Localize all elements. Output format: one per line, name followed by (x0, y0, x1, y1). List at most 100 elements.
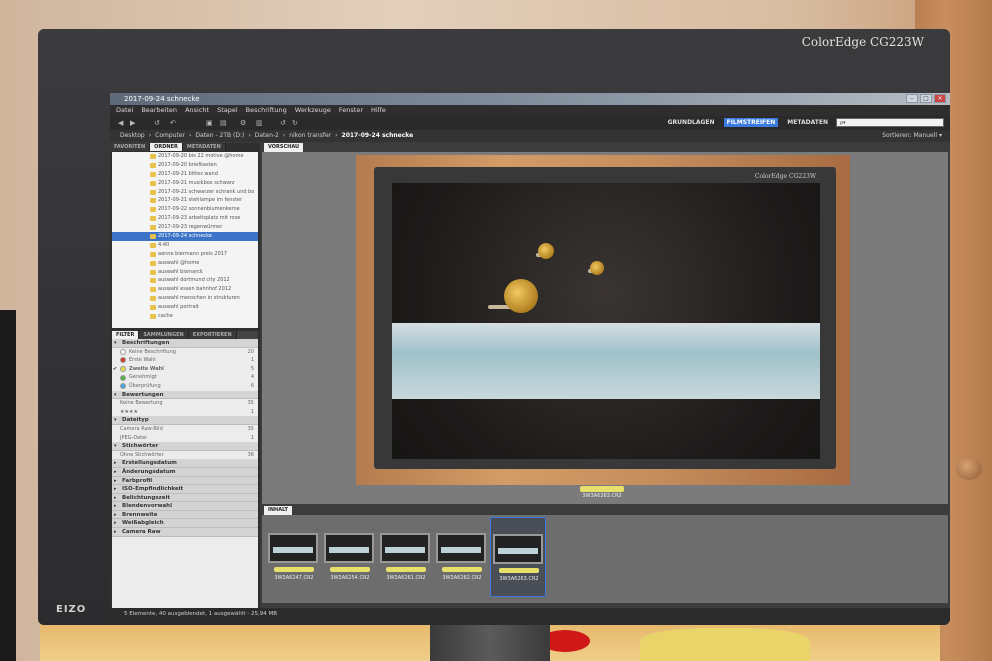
thumbnail[interactable]: 3W3A6261.CR2 (378, 517, 434, 597)
filter-row[interactable]: ✔ Zweite Wahl 5 (112, 365, 258, 374)
tab-content[interactable]: INHALT (264, 506, 292, 515)
folder-item[interactable]: aenne biermann preis 2017 (112, 250, 258, 259)
filter-section-header[interactable]: Brennweite (112, 510, 258, 520)
filter-row[interactable]: JPEG-Datei 1 (112, 434, 258, 443)
filter-tab[interactable]: SAMMLUNGEN (139, 331, 189, 339)
copy-icon[interactable]: ▤ (220, 119, 228, 127)
boomerang-icon[interactable]: ↶ (170, 119, 178, 127)
left-tab[interactable]: ORDNER (150, 143, 183, 151)
monitor-brand: ColorEdge CG223W (801, 35, 924, 49)
maximize-button[interactable]: □ (920, 94, 932, 103)
filter-list: BeschriftungenKeine Beschriftung20Erste … (112, 339, 258, 537)
menu-item[interactable]: Beschriftung (246, 105, 287, 116)
folder-item[interactable]: 2017-09-21 bittes wand (112, 170, 258, 179)
folder-item[interactable]: 4:40 (112, 241, 258, 250)
folder-item[interactable]: 2017-09-24 schnecke (112, 232, 258, 241)
snail-small (538, 243, 554, 259)
preview-photo: ColorEdge CG223W (356, 155, 850, 485)
left-tab[interactable]: METADATEN (182, 143, 226, 151)
filter-row[interactable]: Keine Bewertung 35 (112, 399, 258, 408)
menu-item[interactable]: Bearbeiten (141, 105, 177, 116)
thumbnail[interactable]: 3W3A6262.CR2 (434, 517, 490, 597)
status-bar: 5 Elemente, 40 ausgeblendet, 1 ausgewähl… (110, 608, 950, 621)
breadcrumb-item[interactable]: Daten - 2TB (D:) (195, 130, 244, 142)
filter-section-header[interactable]: Beschriftungen (112, 339, 258, 348)
folder-item[interactable]: auswahl menschen in strukturen (112, 294, 258, 303)
menu-item[interactable]: Ansicht (185, 105, 209, 116)
filter-label: JPEG-Datei (120, 434, 147, 441)
folder-item[interactable]: auswahl essen bahnhof 2012 (112, 285, 258, 294)
folder-item[interactable]: auswahl portrait (112, 303, 258, 312)
tab-preview[interactable]: VORSCHAU (264, 143, 304, 152)
folder-item[interactable]: 2017-09-21 schwarzer schrank und bo (112, 188, 258, 197)
breadcrumb-item[interactable]: Computer (155, 130, 185, 142)
filter-row[interactable]: Genehmigt 4 (112, 373, 258, 382)
folder-item[interactable]: auswahl @home (112, 259, 258, 268)
breadcrumb-item[interactable]: 2017-09-24 schnecke (342, 130, 414, 142)
search-input[interactable]: ρ▾ (836, 118, 944, 127)
thumbnail[interactable]: 3W3A6254.CR2 (322, 517, 378, 597)
menu-item[interactable]: Stapel (217, 105, 238, 116)
folder-item[interactable]: 2017-09-20 bis 22 motive @home (112, 152, 258, 161)
rotate-right-icon[interactable]: ↻ (292, 119, 300, 127)
filter-section-header[interactable]: Erstellungsdatum (112, 459, 258, 468)
filter-row[interactable]: Ohne Stichwörter 36 (112, 451, 258, 460)
folder-tree: 2017-09-20 bis 22 motive @home 2017-09-20… (112, 152, 258, 328)
folder-item[interactable]: auswahl dortmund city 2012 (112, 276, 258, 285)
back-icon[interactable]: ◀ (118, 119, 126, 127)
filter-section-header[interactable]: Bewertungen (112, 390, 258, 400)
sort-dropdown[interactable]: Sortieren: Manuell ▾ (882, 130, 942, 142)
filter-section-header[interactable]: Weißabgleich (112, 519, 258, 529)
folder-item[interactable]: 2017-09-23 regenwürmer (112, 223, 258, 232)
forward-icon[interactable]: ▶ (130, 119, 138, 127)
menu-item[interactable]: Fenster (339, 105, 363, 116)
rotate-left-icon[interactable]: ↺ (280, 119, 288, 127)
color-label (580, 486, 624, 492)
menu-item[interactable]: Datei (116, 105, 133, 116)
filter-section-header[interactable]: Blendenvorwahl (112, 502, 258, 511)
workspace-tab[interactable]: FILMSTREIFEN (723, 118, 779, 127)
filter-section-header[interactable]: Änderungsdatum (112, 467, 258, 477)
folder-item[interactable]: cache (112, 312, 258, 321)
toolbar: ◀ ▶ ↺ ↶ ▣ ▤ ⚙ ▥ ↺ ↻ GRUNDLAGEN FILMSTREIF… (110, 116, 950, 130)
folder-item[interactable]: 2017-09-23 arbeitsplatz mit rose (112, 214, 258, 223)
filter-panel: FILTERSAMMLUNGENEXPORTIEREN Beschriftung… (112, 331, 258, 613)
filter-row[interactable]: Erste Wahl 1 (112, 356, 258, 365)
breadcrumb-item[interactable]: Desktop (120, 130, 145, 142)
filter-section-header[interactable]: Dateityp (112, 416, 258, 425)
color-label (386, 567, 426, 572)
thumbnail[interactable]: 3W3A6247.CR2 (266, 517, 322, 597)
thumbnail[interactable]: 3W3A6263.CR2 (490, 517, 546, 597)
camera-icon[interactable]: ▣ (206, 119, 214, 127)
menu-item[interactable]: Werkzeuge (295, 105, 331, 116)
workspace-tab[interactable]: METADATEN (784, 118, 831, 127)
filter-count: 1 (250, 408, 254, 415)
filter-row[interactable]: Keine Beschriftung 20 (112, 348, 258, 357)
left-tab[interactable]: FAVORITEN (110, 143, 151, 151)
folder-item[interactable]: 2017-09-22 sonnenblumenkerne (112, 205, 258, 214)
breadcrumb-item[interactable]: nikon transfer (289, 130, 331, 142)
filter-tab[interactable]: FILTER (112, 331, 140, 339)
filter-section-header[interactable]: Camera Raw (112, 528, 258, 537)
filter-section-header[interactable]: ISO-Empfindlichkeit (112, 485, 258, 494)
filter-row[interactable]: Camera Raw-Bild 35 (112, 425, 258, 434)
workspace-tab[interactable]: GRUNDLAGEN (665, 118, 718, 127)
folder-item[interactable]: 2017-09-21 musikbox schwarz (112, 179, 258, 188)
folder-item[interactable]: 2017-09-21 stehlampe im fenster (112, 196, 258, 205)
minimize-button[interactable]: – (906, 94, 918, 103)
close-button[interactable]: × (934, 94, 946, 103)
filter-section-header[interactable]: Stichwörter (112, 442, 258, 451)
open-icon[interactable]: ▥ (256, 119, 264, 127)
filter-row[interactable]: Überprüfung 6 (112, 382, 258, 391)
breadcrumb-item[interactable]: Daten-2 (255, 130, 279, 142)
folder-item[interactable]: auswahl bismarck (112, 268, 258, 277)
refine-icon[interactable]: ⚙ (240, 119, 248, 127)
filter-section-header[interactable]: Farbprofil (112, 476, 258, 486)
filter-section-header[interactable]: Belichtungszeit (112, 493, 258, 503)
filter-count: 35 (247, 400, 254, 407)
filter-tab[interactable]: EXPORTIEREN (188, 331, 237, 339)
filter-row[interactable]: ★★★★ 1 (112, 408, 258, 417)
folder-item[interactable]: 2017-09-20 briefkasten (112, 161, 258, 170)
rotate-icon[interactable]: ↺ (154, 119, 162, 127)
menu-item[interactable]: Hilfe (371, 105, 386, 116)
